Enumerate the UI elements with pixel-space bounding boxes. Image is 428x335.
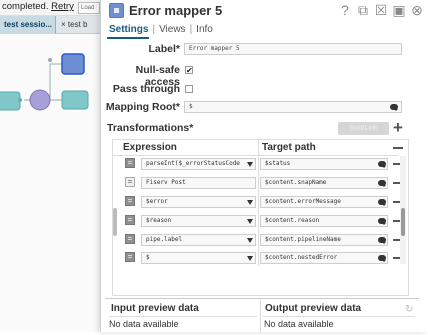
- active-tab-indicator: [107, 37, 149, 39]
- target-path-input[interactable]: $status: [260, 158, 388, 170]
- row-drag-handle[interactable]: =: [125, 215, 135, 225]
- tab-test-session[interactable]: test sessio...: [0, 16, 56, 34]
- tab-info[interactable]: Info: [194, 24, 215, 35]
- mapper-snap-icon: [109, 3, 124, 18]
- expression-bubble-icon[interactable]: [378, 180, 386, 187]
- pipeline-toolbar: completed. Retry Load: [0, 0, 100, 16]
- expression-input[interactable]: $reason: [141, 215, 256, 227]
- target-path-input[interactable]: $content.errorMessage: [260, 196, 388, 208]
- expression-input[interactable]: $: [141, 252, 256, 264]
- table-scrollbar-thumb[interactable]: [401, 208, 405, 236]
- target-path-header: Target path: [262, 142, 316, 153]
- label-input[interactable]: Error mapper 5: [184, 43, 402, 55]
- transformations-table: Expression Target path = parseInt($_erro…: [112, 139, 409, 296]
- expression-input[interactable]: pipe.label: [141, 234, 256, 246]
- save-icon[interactable]: ▣: [391, 2, 407, 18]
- output-preview-empty: No data available: [264, 319, 334, 329]
- target-path-input[interactable]: $content.pipelineName: [260, 234, 388, 246]
- expression-input[interactable]: Fiserv Post: [141, 177, 256, 189]
- row-drag-handle[interactable]: =: [125, 158, 135, 168]
- preview-section: Input preview data No data available Out…: [105, 298, 419, 333]
- output-preview-title: Output preview data: [265, 303, 362, 314]
- pass-through-checkbox[interactable]: [185, 85, 193, 93]
- expression-header: Expression: [123, 142, 177, 153]
- expression-bubble-icon[interactable]: [378, 255, 386, 262]
- refresh-icon[interactable]: ↻: [405, 304, 413, 315]
- pass-through-label: Pass through: [112, 83, 180, 95]
- mapper-dialog: Error mapper 5 ? ⧉ ☒ ▣ ⊗ Settings | Views |…: [100, 0, 428, 333]
- table-left-scrollbar[interactable]: [113, 208, 117, 236]
- help-icon[interactable]: ?: [337, 2, 353, 18]
- chevron-down-icon[interactable]: [247, 238, 253, 243]
- tab-views[interactable]: Views: [157, 24, 188, 35]
- pipeline-tabs: test sessio... × test b: [0, 16, 100, 34]
- pipeline-canvas[interactable]: [0, 34, 100, 332]
- sort-button[interactable]: Sort/Link: [338, 122, 389, 135]
- expression-bubble-icon[interactable]: [378, 199, 386, 206]
- label-field-label: Label*: [148, 43, 180, 55]
- delete-icon[interactable]: ☒: [373, 2, 389, 18]
- expression-bubble-icon[interactable]: [378, 237, 386, 244]
- target-path-input[interactable]: $content.nestedError: [260, 252, 388, 264]
- tab-test-b[interactable]: × test b: [58, 16, 100, 34]
- expression-input[interactable]: $error: [141, 196, 256, 208]
- input-preview-empty: No data available: [109, 319, 179, 329]
- expression-bubble-icon[interactable]: [378, 218, 386, 225]
- dialog-title: Error mapper 5: [129, 3, 223, 18]
- pipeline-diagram: [0, 53, 89, 111]
- tab-settings[interactable]: Settings: [107, 24, 150, 35]
- row-drag-handle[interactable]: =: [125, 177, 135, 187]
- mapping-root-label: Mapping Root*: [105, 101, 180, 113]
- chevron-down-icon[interactable]: [247, 256, 253, 261]
- null-safe-checkbox[interactable]: ✔: [185, 66, 193, 75]
- add-row-icon[interactable]: +: [393, 118, 403, 138]
- transformations-label: Transformations*: [107, 122, 194, 134]
- chevron-down-icon[interactable]: [247, 200, 253, 205]
- chevron-down-icon[interactable]: [247, 162, 253, 167]
- close-icon[interactable]: ⊗: [409, 2, 425, 18]
- target-path-input[interactable]: $content.reason: [260, 215, 388, 227]
- mapping-root-input[interactable]: $: [184, 101, 402, 113]
- chevron-down-icon[interactable]: [247, 219, 253, 224]
- dialog-tabs: Settings | Views | Info: [107, 24, 215, 35]
- expression-bubble-icon[interactable]: [378, 161, 386, 168]
- row-drag-handle[interactable]: =: [125, 196, 135, 206]
- snap-node-left[interactable]: [0, 91, 22, 111]
- snap-node-router[interactable]: [29, 89, 51, 111]
- remove-all-icon[interactable]: [393, 147, 403, 149]
- load-button[interactable]: Load: [78, 2, 100, 14]
- input-preview-title: Input preview data: [111, 303, 199, 314]
- target-path-input[interactable]: $content.snapName: [260, 177, 388, 189]
- expression-input[interactable]: parseInt($_errorStatusCode: [141, 158, 256, 170]
- export-icon[interactable]: ⧉: [355, 2, 371, 18]
- expression-bubble-icon[interactable]: [390, 104, 398, 111]
- snap-node-right[interactable]: [61, 90, 89, 110]
- row-drag-handle[interactable]: =: [125, 234, 135, 244]
- row-drag-handle[interactable]: =: [125, 252, 135, 262]
- status-message: completed. Retry: [2, 1, 74, 12]
- retry-link[interactable]: Retry: [51, 1, 74, 12]
